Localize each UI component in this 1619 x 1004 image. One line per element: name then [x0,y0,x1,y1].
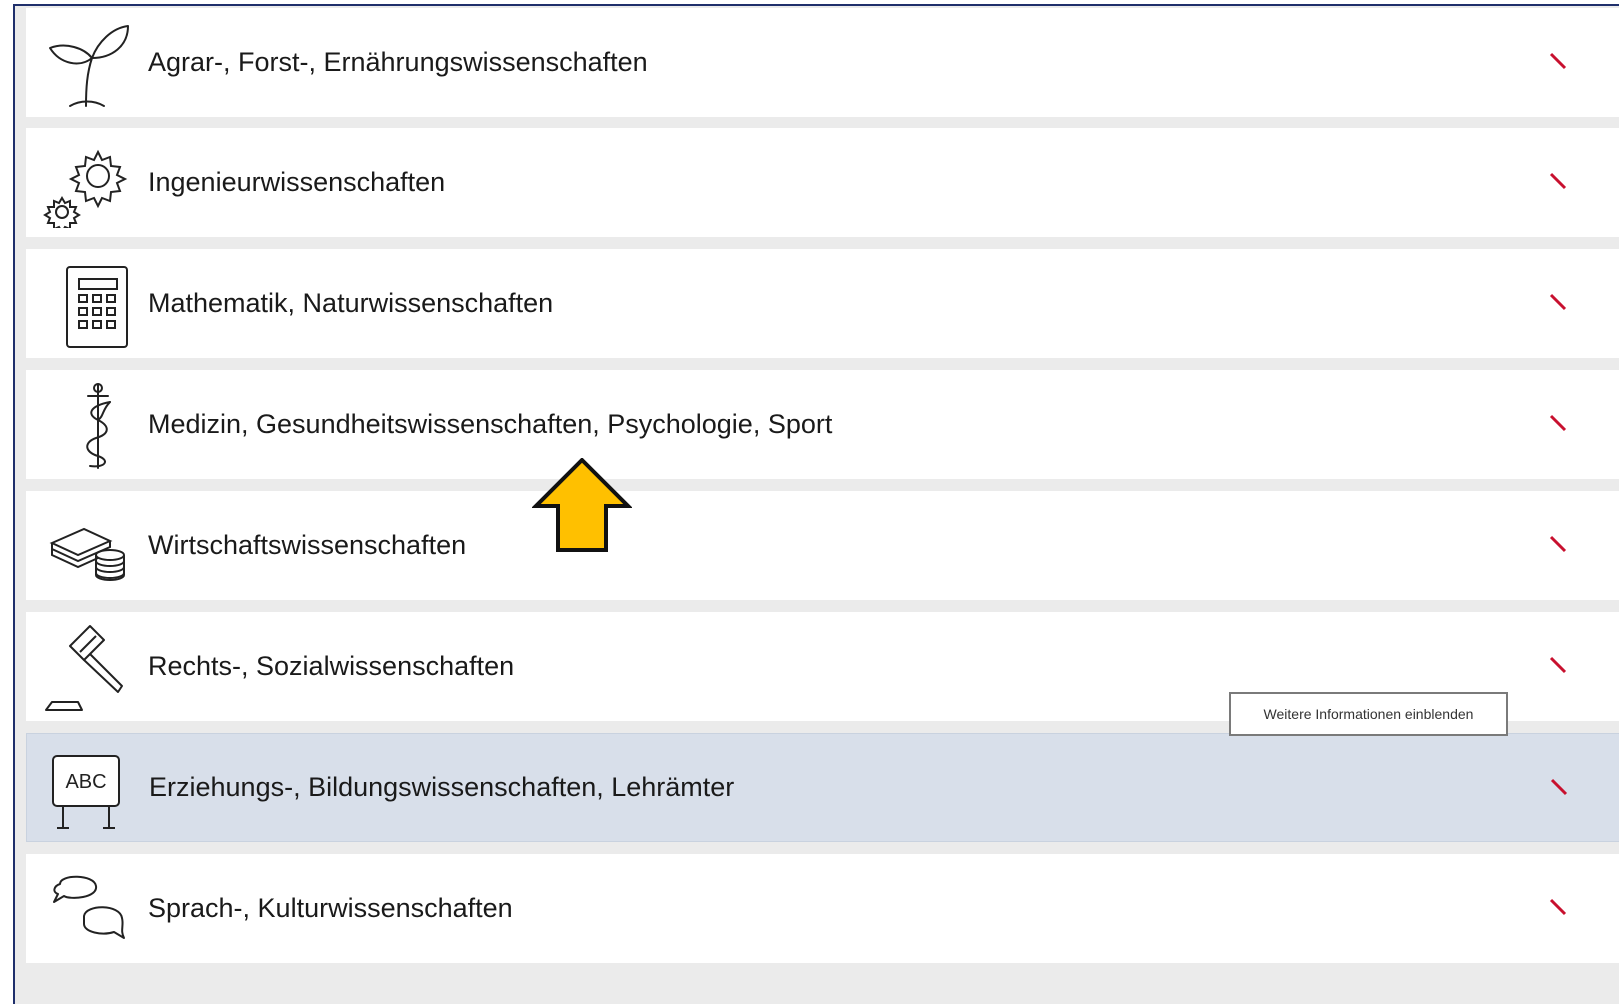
category-row-medizin[interactable]: Medizin, Gesundheitswissenschaften, Psyc… [26,370,1619,479]
tooltip: Weitere Informationen einblenden [1229,692,1508,736]
gavel-icon [40,622,132,712]
category-row-wirtschaft[interactable]: Wirtschaftswissenschaften [26,491,1619,600]
category-label: Medizin, Gesundheitswissenschaften, Psyc… [148,409,833,439]
plant-icon [40,18,132,108]
category-row-ingenieur[interactable]: Ingenieurwissenschaften [26,128,1619,237]
category-label: Sprach-, Kulturwissenschaften [148,893,513,923]
category-label: Erziehungs-, Bildungswissenschaften, Leh… [149,772,735,802]
category-list-frame: Agrar-, Forst-, Ernährungswissenschaften… [13,4,1619,1004]
chevron-down-icon[interactable] [1549,650,1581,680]
chevron-down-icon[interactable] [1549,892,1581,922]
category-row-erziehung[interactable]: ABC Erziehungs-, Bildungswissenschaften,… [26,733,1619,842]
annotation-arrow-up-icon [531,457,633,554]
blackboard-abc-icon: ABC [41,744,133,834]
chevron-down-icon[interactable] [1549,46,1581,76]
speech-bubbles-icon [40,864,132,954]
category-label: Rechts-, Sozialwissenschaften [148,651,515,681]
category-label: Ingenieurwissenschaften [148,167,446,197]
category-row-mathematik[interactable]: Mathematik, Naturwissenschaften [26,249,1619,358]
category-row-agrar[interactable]: Agrar-, Forst-, Ernährungswissenschaften [26,8,1619,117]
chevron-down-icon[interactable] [1549,408,1581,438]
chevron-down-icon[interactable] [1549,287,1581,317]
chevron-down-icon[interactable] [1550,772,1582,802]
svg-text:ABC: ABC [65,771,106,793]
chevron-down-icon[interactable] [1549,166,1581,196]
category-label: Agrar-, Forst-, Ernährungswissenschaften [148,47,648,77]
category-label: Mathematik, Naturwissenschaften [148,288,554,318]
category-label: Wirtschaftswissenschaften [148,530,467,560]
calculator-icon [40,259,132,349]
gears-icon [40,138,132,234]
category-row-sprach[interactable]: Sprach-, Kulturwissenschaften [26,854,1619,963]
chevron-down-icon[interactable] [1549,529,1581,559]
caduceus-icon [40,380,132,470]
money-icon [40,501,132,591]
